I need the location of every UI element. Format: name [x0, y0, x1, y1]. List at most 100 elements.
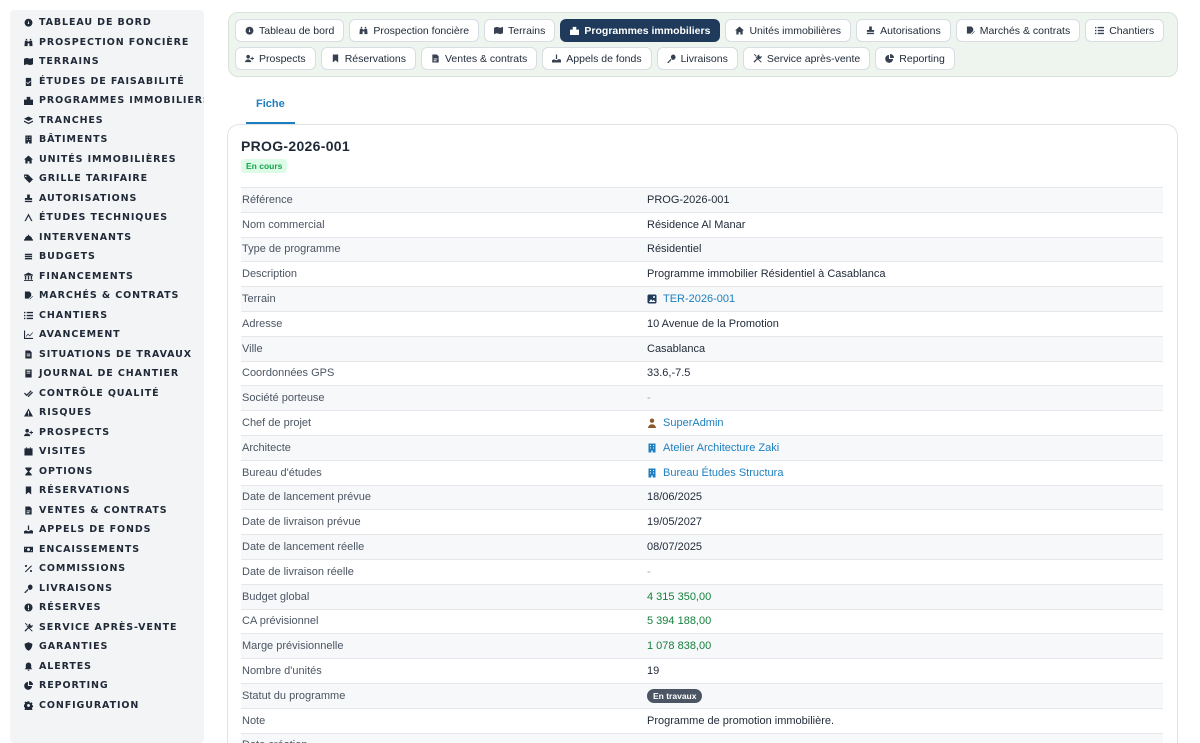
- building-icon: [647, 443, 657, 453]
- module-button-prospection-fonciere[interactable]: Prospection foncière: [349, 19, 480, 42]
- sidebar-item-options[interactable]: Options: [10, 462, 204, 482]
- module-button-tableau-de-bord[interactable]: Tableau de bord: [235, 19, 345, 42]
- module-button-appels-de-fonds[interactable]: Appels de fonds: [542, 47, 652, 70]
- sidebar-item-journal-de-chantier[interactable]: Journal de chantier: [10, 364, 204, 384]
- module-button-label: Reporting: [899, 52, 945, 65]
- sidebar-item-marches-contrats[interactable]: Marchés & contrats: [10, 286, 204, 306]
- sidebar-item-encaissements[interactable]: Encaissements: [10, 540, 204, 560]
- module-button-chantiers[interactable]: Chantiers: [1085, 19, 1165, 42]
- sidebar-item-etudes-techniques[interactable]: Études techniques: [10, 208, 204, 228]
- sidebar-item-visites[interactable]: Visites: [10, 442, 204, 462]
- detail-row: Terrain TER-2026-001: [241, 287, 1163, 312]
- module-button-ventes-contrats[interactable]: Ventes & contrats: [420, 47, 538, 70]
- module-button-programmes-immobiliers[interactable]: Programmes immobiliers: [560, 19, 721, 42]
- money-bill-icon: [24, 545, 33, 554]
- sidebar-item-risques[interactable]: Risques: [10, 403, 204, 423]
- module-button-service-apres-vente[interactable]: Service après-vente: [742, 47, 871, 70]
- module-button-marches-contrats[interactable]: Marchés & contrats: [955, 19, 1081, 42]
- sidebar-item-unites-immobilieres[interactable]: Unités immobilières: [10, 150, 204, 170]
- module-button-terrains[interactable]: Terrains: [484, 19, 556, 42]
- module-button-label: Ventes & contrats: [444, 52, 528, 65]
- sidebar-item-commissions[interactable]: Commissions: [10, 559, 204, 579]
- sidebar-item-tableau-de-bord[interactable]: Tableau de bord: [10, 13, 204, 33]
- detail-value-link[interactable]: SuperAdmin: [647, 417, 1163, 429]
- detail-value: 1 078 838,00: [647, 640, 712, 653]
- tools-icon: [753, 54, 767, 63]
- sidebar-item-ventes-contrats[interactable]: Ventes & contrats: [10, 501, 204, 521]
- sidebar-item-terrains[interactable]: Terrains: [10, 52, 204, 72]
- sidebar-item-prospection-fonciere[interactable]: Prospection foncière: [10, 33, 204, 53]
- detail-row: Budget global 4 315 350,00: [241, 584, 1163, 610]
- detail-value: -: [647, 565, 651, 578]
- sidebar-item-avancement[interactable]: Avancement: [10, 325, 204, 345]
- sidebar-item-batiments[interactable]: Bâtiments: [10, 130, 204, 150]
- detail-row: Nom commercial Résidence Al Manar: [241, 213, 1163, 238]
- sidebar-item-alertes[interactable]: Alertes: [10, 657, 204, 677]
- tab-fiche[interactable]: Fiche: [246, 88, 295, 124]
- map-icon: [494, 26, 508, 35]
- detail-value-link[interactable]: Atelier Architecture Zaki: [647, 442, 1163, 454]
- sidebar-item-etudes-de-faisabilite[interactable]: Études de faisabilité: [10, 72, 204, 92]
- module-button-autorisations[interactable]: Autorisations: [856, 19, 951, 42]
- detail-value: PROG-2026-001: [647, 193, 730, 206]
- sidebar-item-livraisons[interactable]: Livraisons: [10, 579, 204, 599]
- sidebar-item-reserves[interactable]: Réserves: [10, 598, 204, 618]
- sidebar-item-tranches[interactable]: Tranches: [10, 111, 204, 131]
- module-button-label: Prospects: [259, 52, 306, 65]
- detail-label: Référence: [242, 193, 293, 206]
- detail-row: Architecte Atelier Architecture Zaki: [241, 435, 1163, 461]
- sidebar-item-label: Prospection foncière: [39, 36, 190, 48]
- sidebar-item-programmes-immobiliers[interactable]: Programmes immobiliers: [10, 91, 204, 111]
- sidebar-item-label: Contrôle qualité: [39, 387, 160, 399]
- module-button-reservations[interactable]: Réservations: [320, 47, 416, 70]
- sidebar-item-label: Unités immobilières: [39, 153, 177, 165]
- sidebar-item-reporting[interactable]: Reporting: [10, 676, 204, 696]
- detail-label: Terrain: [242, 293, 276, 306]
- status-badge: En cours: [241, 159, 288, 173]
- layers-icon: [24, 116, 33, 125]
- sidebar-item-label: Autorisations: [39, 192, 138, 204]
- sidebar-item-intervenants[interactable]: Intervenants: [10, 228, 204, 248]
- sidebar-item-situations-de-travaux[interactable]: Situations de travaux: [10, 345, 204, 365]
- detail-value[interactable]: Atelier Architecture Zaki: [663, 442, 779, 454]
- detail-value: 5 394 188,00: [647, 615, 712, 628]
- detail-value-link[interactable]: TER-2026-001: [647, 293, 1163, 305]
- sidebar-item-label: Journal de chantier: [39, 368, 180, 380]
- sidebar-item-garanties[interactable]: Garanties: [10, 637, 204, 657]
- detail-value[interactable]: SuperAdmin: [663, 417, 724, 429]
- sidebar-item-prospects[interactable]: Prospects: [10, 423, 204, 443]
- detail-value[interactable]: TER-2026-001: [663, 293, 735, 305]
- module-button-unites-immobilieres[interactable]: Unités immobilières: [725, 19, 852, 42]
- module-button-reporting[interactable]: Reporting: [875, 47, 955, 70]
- sidebar-item-label: Programmes immobiliers: [39, 95, 204, 107]
- module-button-prospects[interactable]: Prospects: [235, 47, 316, 70]
- sidebar-item-chantiers[interactable]: Chantiers: [10, 306, 204, 326]
- sidebar-item-configuration[interactable]: Configuration: [10, 696, 204, 716]
- sidebar-item-reservations[interactable]: Réservations: [10, 481, 204, 501]
- detail-value[interactable]: Bureau Études Structura: [663, 467, 783, 479]
- detail-value: 10 Avenue de la Promotion: [647, 317, 779, 330]
- detail-value-link[interactable]: Bureau Études Structura: [647, 467, 1163, 479]
- sidebar-item-budgets[interactable]: Budgets: [10, 247, 204, 267]
- detail-label: Date de livraison prévue: [242, 516, 361, 529]
- file-signature-icon: [24, 291, 33, 300]
- detail-label: Coordonnées GPS: [242, 367, 335, 380]
- sidebar: Tableau de bord Prospection foncière Terra…: [10, 10, 204, 743]
- module-button-livraisons[interactable]: Livraisons: [656, 47, 738, 70]
- sidebar-item-grille-tarifaire[interactable]: Grille tarifaire: [10, 169, 204, 189]
- dashboard-icon: [24, 18, 33, 27]
- module-button-label: Autorisations: [880, 24, 941, 37]
- detail-value: 19/05/2027: [647, 516, 703, 529]
- sidebar-item-financements[interactable]: Financements: [10, 267, 204, 287]
- city-icon: [570, 26, 584, 35]
- coins-icon: [24, 252, 33, 261]
- calendar-check-icon: [24, 447, 33, 456]
- sidebar-item-controle-qualite[interactable]: Contrôle qualité: [10, 384, 204, 404]
- sidebar-item-label: Ventes & contrats: [39, 504, 168, 516]
- detail-label: Statut du programme: [242, 689, 346, 702]
- sidebar-item-label: Intervenants: [39, 231, 132, 243]
- sidebar-item-appels-de-fonds[interactable]: Appels de fonds: [10, 520, 204, 540]
- sidebar-item-service-apres-vente[interactable]: Service après-vente: [10, 618, 204, 638]
- detail-value: Résidence Al Manar: [647, 218, 746, 231]
- sidebar-item-autorisations[interactable]: Autorisations: [10, 189, 204, 209]
